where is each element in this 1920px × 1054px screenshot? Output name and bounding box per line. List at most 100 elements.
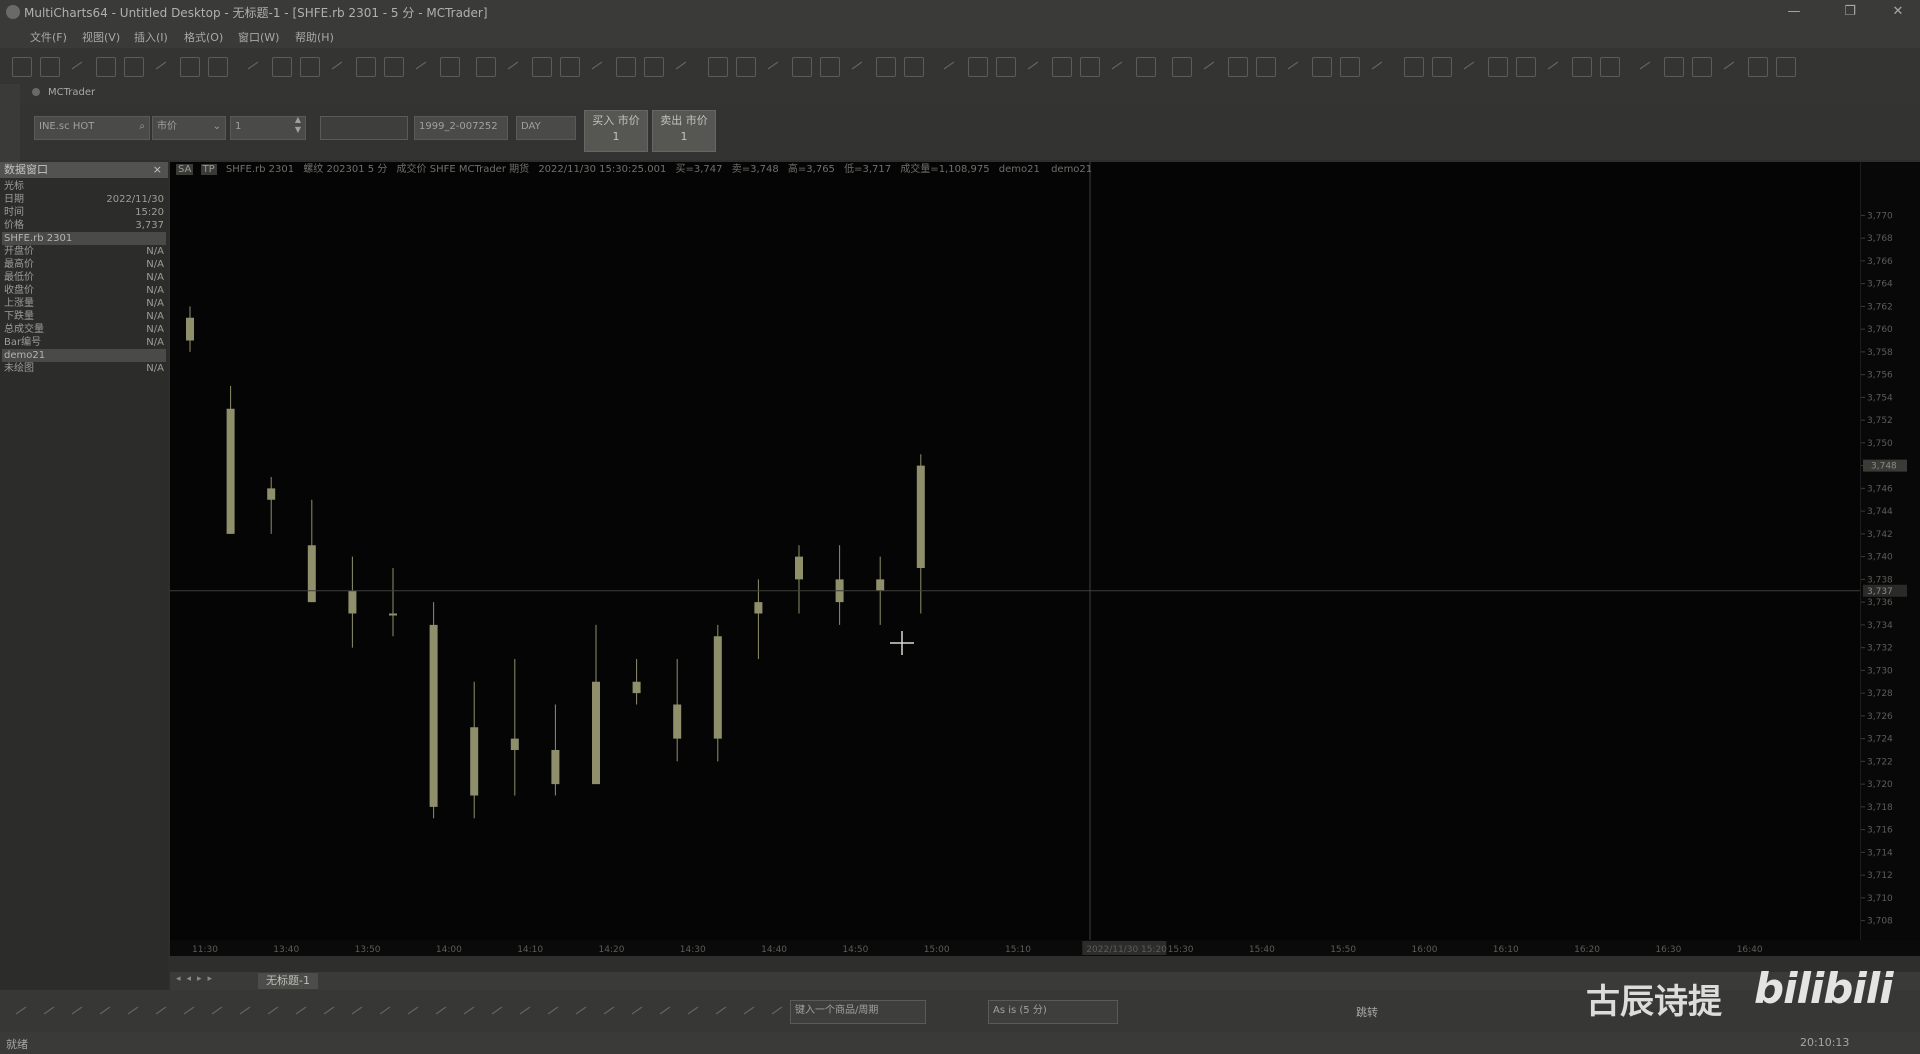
toolbar-tool-icon[interactable] (1340, 57, 1360, 77)
toolbar-tool-icon[interactable] (1312, 57, 1332, 77)
toolbar-tool-icon[interactable] (412, 57, 430, 75)
toolbar-tool-icon[interactable] (588, 57, 606, 75)
menu-help[interactable]: 帮助(H) (295, 29, 334, 45)
mode-tp-badge[interactable]: TP (200, 164, 217, 175)
data-window-section[interactable]: demo21 (2, 349, 166, 362)
toolbar-tool-icon[interactable] (1516, 57, 1536, 77)
drawing-tool-icon[interactable] (712, 1002, 730, 1020)
menu-file[interactable]: 文件(F) (30, 29, 67, 45)
price-type-select[interactable]: 市价 ⌄ (152, 116, 226, 140)
sheet-nav-arrows-icon[interactable]: ◂◂▸▸ (176, 974, 218, 984)
quantity-stepper[interactable]: 1 ▲ ▼ (230, 115, 306, 140)
drawing-tool-icon[interactable] (292, 1002, 310, 1020)
toolbar-tool-icon[interactable] (244, 57, 262, 75)
data-window-section[interactable]: SHFE.rb 2301 (2, 232, 166, 245)
toolbar-tool-icon[interactable] (968, 57, 988, 77)
toolbar-tool-icon[interactable] (764, 57, 782, 75)
maximize-button[interactable]: ❐ (1832, 2, 1868, 22)
toolbar-tool-icon[interactable] (1748, 57, 1768, 77)
toolbar-tool-icon[interactable] (1572, 57, 1592, 77)
toolbar-tool-icon[interactable] (560, 57, 580, 77)
drawing-tool-icon[interactable] (432, 1002, 450, 1020)
trade-panel-tab[interactable]: MCTrader (48, 87, 95, 98)
toolbar-tool-icon[interactable] (736, 57, 756, 77)
toolbar-tool-icon[interactable] (68, 57, 86, 75)
toolbar-tool-icon[interactable] (384, 57, 404, 77)
toolbar-tool-icon[interactable] (1284, 57, 1302, 75)
toolbar-tool-icon[interactable] (1776, 57, 1796, 77)
data-window-close-button[interactable]: × (153, 162, 162, 178)
toolbar-tool-icon[interactable] (40, 57, 60, 77)
drawing-tool-icon[interactable] (572, 1002, 590, 1020)
toolbar-tool-icon[interactable] (440, 57, 460, 77)
sell-market-button[interactable]: 卖出 市价 1 (652, 110, 716, 152)
toolbar-tool-icon[interactable] (124, 57, 144, 77)
toolbar-tool-icon[interactable] (672, 57, 690, 75)
drawing-tool-icon[interactable] (600, 1002, 618, 1020)
toolbar-tool-icon[interactable] (208, 57, 228, 77)
toolbar-tool-icon[interactable] (876, 57, 896, 77)
toolbar-tool-icon[interactable] (1368, 57, 1386, 75)
sheet-tab[interactable]: 无标题-1 (258, 973, 318, 989)
toolbar-tool-icon[interactable] (1256, 57, 1276, 77)
toolbar-tool-icon[interactable] (504, 57, 522, 75)
toolbar-tool-icon[interactable] (1720, 57, 1738, 75)
toolbar-tool-icon[interactable] (1200, 57, 1218, 75)
drawing-tool-icon[interactable] (404, 1002, 422, 1020)
toolbar-tool-icon[interactable] (1460, 57, 1478, 75)
drawing-tool-icon[interactable] (516, 1002, 534, 1020)
drawing-tool-icon[interactable] (656, 1002, 674, 1020)
toolbar-tool-icon[interactable] (1636, 57, 1654, 75)
drawing-tool-icon[interactable] (40, 1002, 58, 1020)
chart-area[interactable] (170, 162, 1860, 952)
toolbar-tool-icon[interactable] (328, 57, 346, 75)
toolbar-tool-icon[interactable] (12, 57, 32, 77)
drawing-tool-icon[interactable] (348, 1002, 366, 1020)
toolbar-tool-icon[interactable] (300, 57, 320, 77)
drawing-tool-icon[interactable] (544, 1002, 562, 1020)
account-select[interactable]: 1999_2-007252 (414, 116, 508, 140)
toolbar-tool-icon[interactable] (1404, 57, 1424, 77)
toolbar-tool-icon[interactable] (272, 57, 292, 77)
menu-view[interactable]: 视图(V) (82, 29, 120, 45)
drawing-tool-icon[interactable] (12, 1002, 30, 1020)
stepper-arrows-icon[interactable]: ▲ ▼ (295, 115, 301, 135)
drawing-tool-icon[interactable] (152, 1002, 170, 1020)
toolbar-tool-icon[interactable] (476, 57, 496, 77)
mode-sa-badge[interactable]: SA (176, 164, 194, 175)
toolbar-tool-icon[interactable] (152, 57, 170, 75)
toolbar-tool-icon[interactable] (1488, 57, 1508, 77)
toolbar-tool-icon[interactable] (904, 57, 924, 77)
account-selector[interactable] (320, 116, 408, 140)
toolbar-tool-icon[interactable] (1600, 57, 1620, 77)
drawing-tool-icon[interactable] (320, 1002, 338, 1020)
price-scale[interactable]: 3,770 3,768 3,766 3,764 3,762 3,760 3,758 3,756… (1860, 162, 1920, 952)
drawing-tool-icon[interactable] (488, 1002, 506, 1020)
drawing-tool-icon[interactable] (180, 1002, 198, 1020)
duration-select[interactable]: DAY (516, 116, 576, 140)
toolbar-tool-icon[interactable] (180, 57, 200, 77)
drawing-tool-icon[interactable] (208, 1002, 226, 1020)
toolbar-tool-icon[interactable] (1108, 57, 1126, 75)
toolbar-tool-icon[interactable] (1228, 57, 1248, 77)
toolbar-tool-icon[interactable] (532, 57, 552, 77)
drawing-tool-icon[interactable] (628, 1002, 646, 1020)
toolbar-tool-icon[interactable] (1136, 57, 1156, 77)
toolbar-tool-icon[interactable] (356, 57, 376, 77)
toolbar-tool-icon[interactable] (1692, 57, 1712, 77)
menu-insert[interactable]: 插入(I) (134, 29, 168, 45)
toolbar-tool-icon[interactable] (96, 57, 116, 77)
close-button[interactable]: ✕ (1880, 2, 1916, 22)
interval-select[interactable]: As is (5 分) (988, 1000, 1118, 1024)
toolbar-tool-icon[interactable] (940, 57, 958, 75)
drawing-tool-icon[interactable] (264, 1002, 282, 1020)
drawing-tool-icon[interactable] (376, 1002, 394, 1020)
menu-window[interactable]: 窗口(W) (238, 29, 279, 45)
toolbar-tool-icon[interactable] (616, 57, 636, 77)
toolbar-tool-icon[interactable] (1172, 57, 1192, 77)
minimize-button[interactable]: — (1776, 2, 1812, 22)
toolbar-tool-icon[interactable] (1432, 57, 1452, 77)
symbol-input[interactable]: INE.sc HOT ⌕ (34, 116, 150, 140)
drawing-tool-icon[interactable] (460, 1002, 478, 1020)
drawing-tool-icon[interactable] (124, 1002, 142, 1020)
